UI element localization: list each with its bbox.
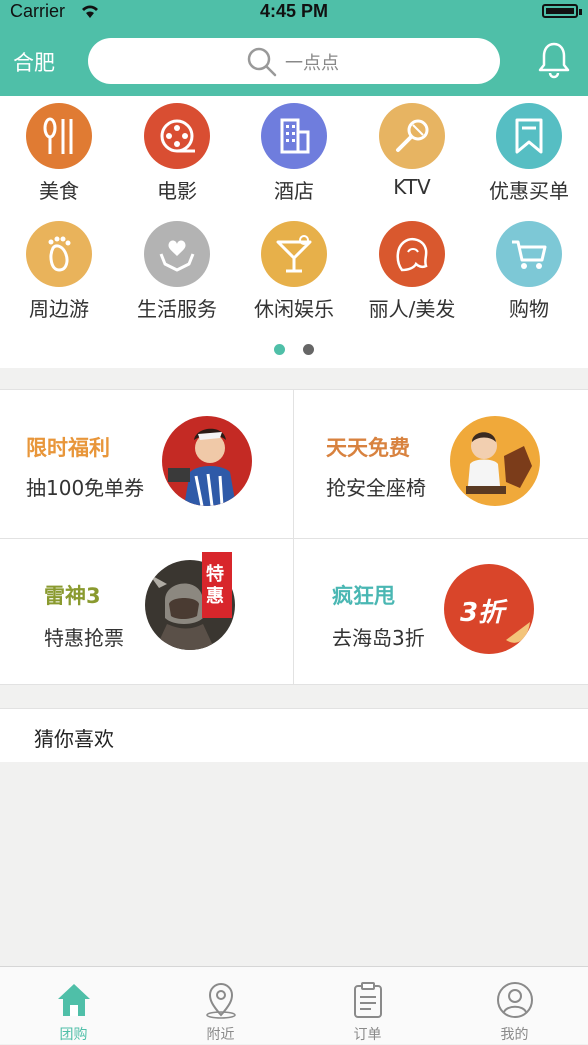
promo-thor3[interactable]: 雷神3 特惠抢票 特惠 <box>0 538 293 685</box>
category-label: KTV <box>393 175 431 199</box>
battery-nub <box>579 9 582 15</box>
tab-label: 我的 <box>500 1027 529 1043</box>
category-hotel[interactable]: 酒店 <box>235 103 353 213</box>
promo-daily-free[interactable]: 天天免费 抢安全座椅 <box>294 390 587 537</box>
tab-label: 订单 <box>353 1027 382 1043</box>
category-label: 休闲娱乐 <box>254 297 334 321</box>
user-icon <box>497 982 533 1018</box>
woman-hair-icon <box>379 221 445 287</box>
promo-subtitle: 抽100免单券 <box>26 476 145 500</box>
category-label: 丽人/美发 <box>368 297 456 321</box>
promo-image-child <box>450 416 540 506</box>
tab-bar: 团购 附近 订单 我的 <box>0 966 588 1044</box>
category-label: 生活服务 <box>137 297 217 321</box>
building-icon <box>261 103 327 169</box>
category-movie[interactable]: 电影 <box>118 103 236 213</box>
bookmark-icon <box>496 103 562 169</box>
promo-badge: 特惠 <box>202 552 232 618</box>
cocktail-icon <box>261 221 327 287</box>
category-shopping[interactable]: 购物 <box>470 221 588 331</box>
home-icon <box>58 984 90 1016</box>
tab-label: 附近 <box>206 1027 235 1043</box>
tab-orders[interactable]: 订单 <box>294 967 441 1045</box>
category-label: 电影 <box>157 179 197 203</box>
page-dot[interactable] <box>303 344 314 355</box>
category-nearby-travel[interactable]: 周边游 <box>0 221 118 331</box>
tab-nearby[interactable]: 附近 <box>147 967 294 1045</box>
location-pin-icon <box>206 983 236 1019</box>
section-title: 猜你喜欢 <box>34 727 114 751</box>
footprint-icon <box>26 221 92 287</box>
clipboard-icon <box>354 982 382 1018</box>
page-indicator <box>0 340 588 359</box>
status-bar: Carrier 4:45 PM <box>0 0 588 24</box>
tab-mine[interactable]: 我的 <box>441 967 588 1045</box>
search-placeholder: 一点点 <box>285 53 339 74</box>
search-icon <box>246 46 278 82</box>
promo-badge-text: 特惠 <box>206 564 224 607</box>
category-beauty-hair[interactable]: 丽人/美发 <box>353 221 471 331</box>
promo-title: 限时福利 <box>26 436 110 460</box>
category-grid: 美食 电影 酒店 KTV 优惠买单 周边游 生活服务 休闲娱乐 丽人/美发 购物 <box>0 96 588 368</box>
promo-crazy-sale[interactable]: 疯狂甩 去海岛3折 3折 <box>294 538 587 685</box>
category-discount-pay[interactable]: 优惠买单 <box>470 103 588 213</box>
heart-hands-icon <box>144 221 210 287</box>
category-label: 优惠买单 <box>489 179 569 203</box>
category-label: 美食 <box>39 179 79 203</box>
cutlery-icon <box>26 103 92 169</box>
promo-subtitle: 特惠抢票 <box>44 626 124 650</box>
bell-icon[interactable] <box>536 41 572 83</box>
promo-limited-welfare[interactable]: 限时福利 抽100免单券 <box>0 390 293 537</box>
category-life-service[interactable]: 生活服务 <box>118 221 236 331</box>
promo-grid: 限时福利 抽100免单券 天天免费 抢安全座椅 雷神3 特惠抢票 特惠 疯狂甩 … <box>0 389 588 685</box>
promo-image-sticker: 3折 <box>444 564 534 654</box>
tab-group-buy[interactable]: 团购 <box>0 967 147 1045</box>
promo-title: 疯狂甩 <box>332 584 395 608</box>
guess-you-like-header: 猜你喜欢 <box>0 708 588 762</box>
search-bar[interactable]: 一点点 <box>88 38 500 84</box>
category-label: 周边游 <box>29 297 89 321</box>
cart-icon <box>496 221 562 287</box>
category-label: 酒店 <box>274 179 314 203</box>
category-label: 购物 <box>509 297 549 321</box>
promo-title: 天天免费 <box>326 436 410 460</box>
city-selector[interactable]: 合肥 <box>13 47 55 77</box>
battery-icon <box>542 4 578 18</box>
microphone-icon <box>379 103 445 169</box>
page-dot-active[interactable] <box>274 344 285 355</box>
promo-subtitle: 抢安全座椅 <box>326 476 426 500</box>
category-food[interactable]: 美食 <box>0 103 118 213</box>
category-leisure[interactable]: 休闲娱乐 <box>235 221 353 331</box>
category-ktv[interactable]: KTV <box>353 103 471 213</box>
promo-subtitle: 去海岛3折 <box>332 626 425 650</box>
header: 合肥 一点点 <box>0 24 588 96</box>
promo-title: 雷神3 <box>44 584 101 608</box>
status-time: 4:45 PM <box>259 1 329 21</box>
film-reel-icon <box>144 103 210 169</box>
promo-image-woman <box>162 416 252 506</box>
promo-badge-text: 3折 <box>460 598 505 628</box>
tab-label: 团购 <box>59 1027 88 1043</box>
